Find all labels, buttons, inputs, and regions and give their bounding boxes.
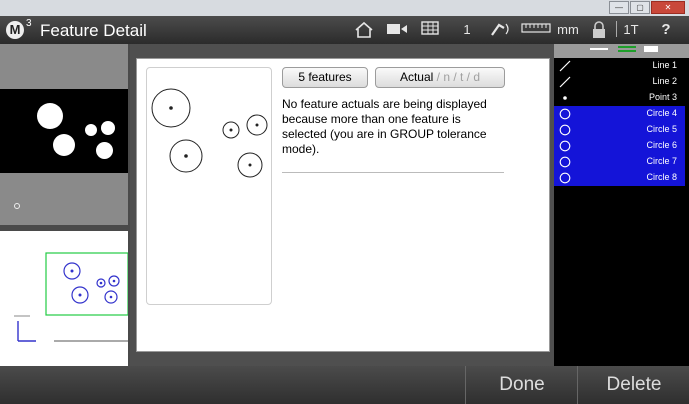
view-block-icon[interactable] [644, 46, 658, 52]
line-icon [559, 76, 571, 88]
feature-row[interactable]: Point 3 [554, 90, 685, 106]
home-icon[interactable] [352, 21, 376, 39]
app-logo: M [6, 21, 24, 39]
video-icon[interactable] [385, 21, 409, 39]
circle-icon [559, 108, 571, 120]
message-divider [282, 172, 504, 173]
view-list-icon-bar [618, 50, 636, 52]
feature-label: Circle 4 [646, 108, 677, 118]
delete-button[interactable]: Delete [577, 366, 689, 404]
minimize-button[interactable]: — [609, 1, 629, 14]
feature-row[interactable]: Circle 5 [554, 122, 685, 138]
actual-mode-button[interactable]: Actual / n / t / d [375, 67, 505, 88]
view-list-icon[interactable] [618, 46, 636, 48]
done-button[interactable]: Done [465, 366, 578, 404]
app-logo-superscript: 3 [26, 18, 32, 29]
feature-label: Circle 7 [646, 156, 677, 166]
maximize-button[interactable]: ▢ [630, 1, 650, 14]
units-readout[interactable]: mm [555, 21, 581, 39]
feature-list-header [554, 44, 689, 58]
toolbar-divider [616, 21, 617, 37]
close-window-button[interactable]: ✕ [651, 1, 685, 14]
probe-icon[interactable] [488, 21, 514, 39]
actual-mode-active: Actual [399, 70, 434, 84]
left-panel-spacer-2 [0, 173, 128, 225]
circle-icon [559, 140, 571, 152]
line-icon [559, 60, 571, 72]
small-marker [14, 203, 20, 209]
window-controls: — ▢ ✕ [609, 1, 685, 14]
feature-label: Circle 8 [646, 172, 677, 182]
feature-row[interactable]: Line 2 [554, 74, 685, 90]
feature-label: Point 3 [648, 92, 677, 102]
grid-icon[interactable] [419, 21, 441, 39]
feature-label: Line 2 [652, 76, 677, 86]
feature-row[interactable]: Circle 6 [554, 138, 685, 154]
feature-label: Circle 6 [646, 140, 677, 150]
lock-icon[interactable] [589, 21, 609, 39]
window-chrome [0, 0, 689, 16]
help-button[interactable]: ? [656, 21, 676, 39]
features-preview [146, 67, 272, 305]
feature-row[interactable]: Circle 4 [554, 106, 685, 122]
view-single-icon[interactable] [590, 48, 608, 50]
actual-mode-inactive: / n / t / d [433, 70, 481, 84]
point-icon [559, 92, 571, 104]
group-tolerance-message: No feature actuals are being displayed b… [282, 97, 487, 156]
page-title: Feature Detail [40, 21, 147, 40]
feature-row[interactable]: Circle 8 [554, 170, 685, 186]
feature-row[interactable]: Line 1 [554, 58, 685, 74]
features-count-button[interactable]: 5 features [282, 67, 368, 88]
count-readout: 1 [463, 22, 471, 37]
feature-row[interactable]: Circle 7 [554, 154, 685, 170]
circle-icon [559, 156, 571, 168]
circle-icon [559, 124, 571, 136]
left-panel-spacer [0, 44, 128, 89]
feature-label: Line 1 [652, 60, 677, 70]
tolerance-mode[interactable]: 1T [620, 21, 642, 39]
camera-view[interactable] [0, 89, 128, 173]
ruler-icon[interactable] [520, 21, 552, 39]
part-view[interactable] [0, 231, 129, 366]
circle-icon [559, 172, 571, 184]
feature-label: Circle 5 [646, 124, 677, 134]
